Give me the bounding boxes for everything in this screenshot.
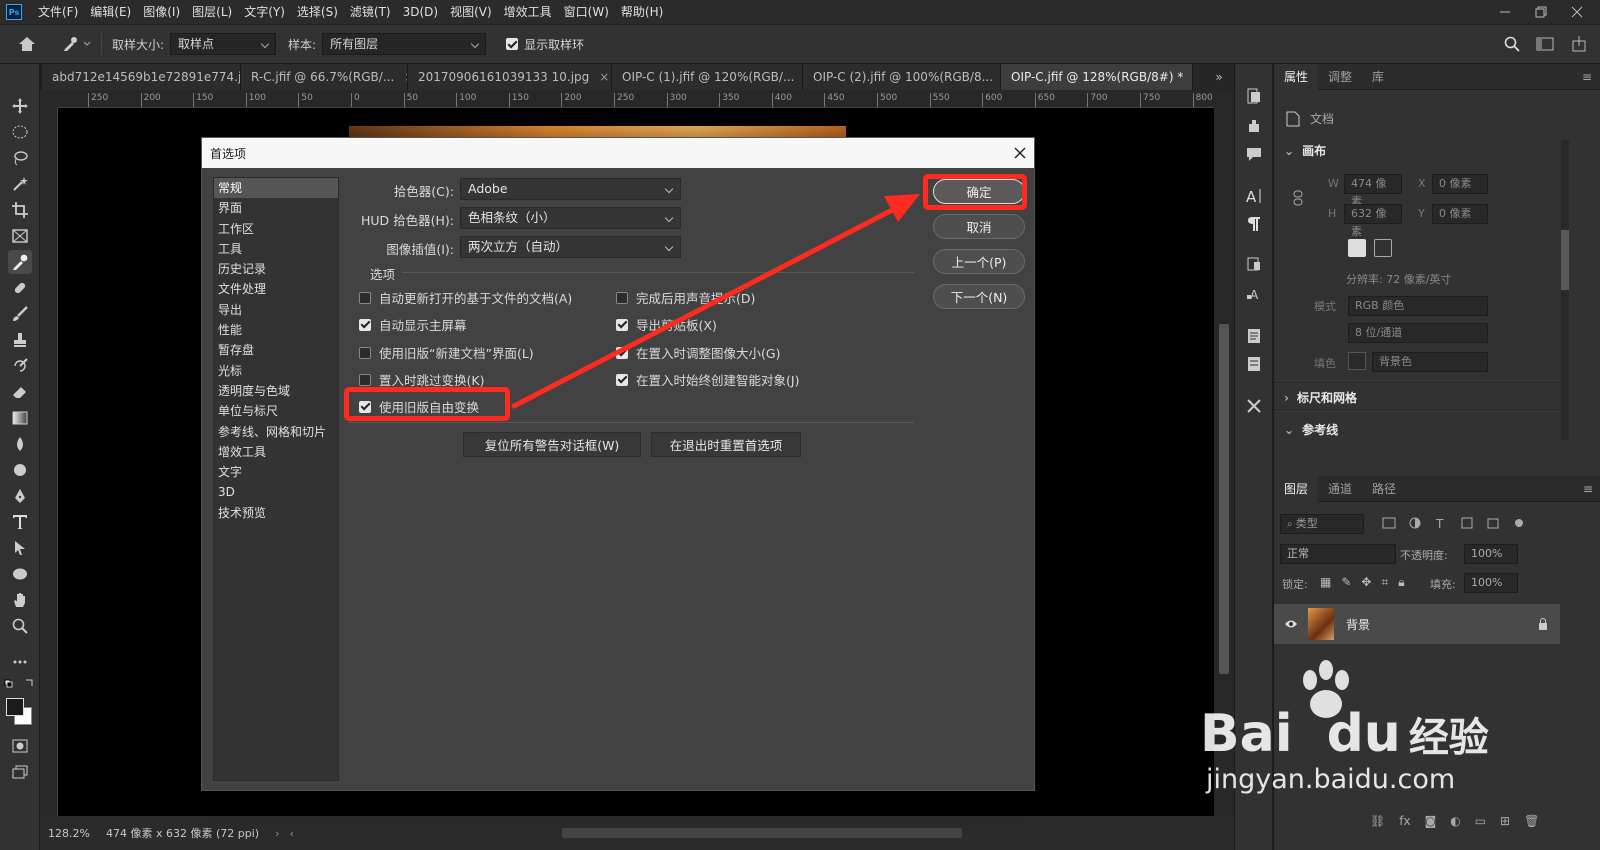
watermark-brand-cn: 经验 [1408,715,1489,761]
watermark-url: jingyan.baidu.com [1206,764,1456,795]
watermark-brand-latin: Bai [1200,704,1293,764]
baidu-jingyan-watermark: Bai du 经验 jingyan.baidu.com [1200,660,1500,800]
watermark-brand-latin2: du [1326,704,1401,764]
